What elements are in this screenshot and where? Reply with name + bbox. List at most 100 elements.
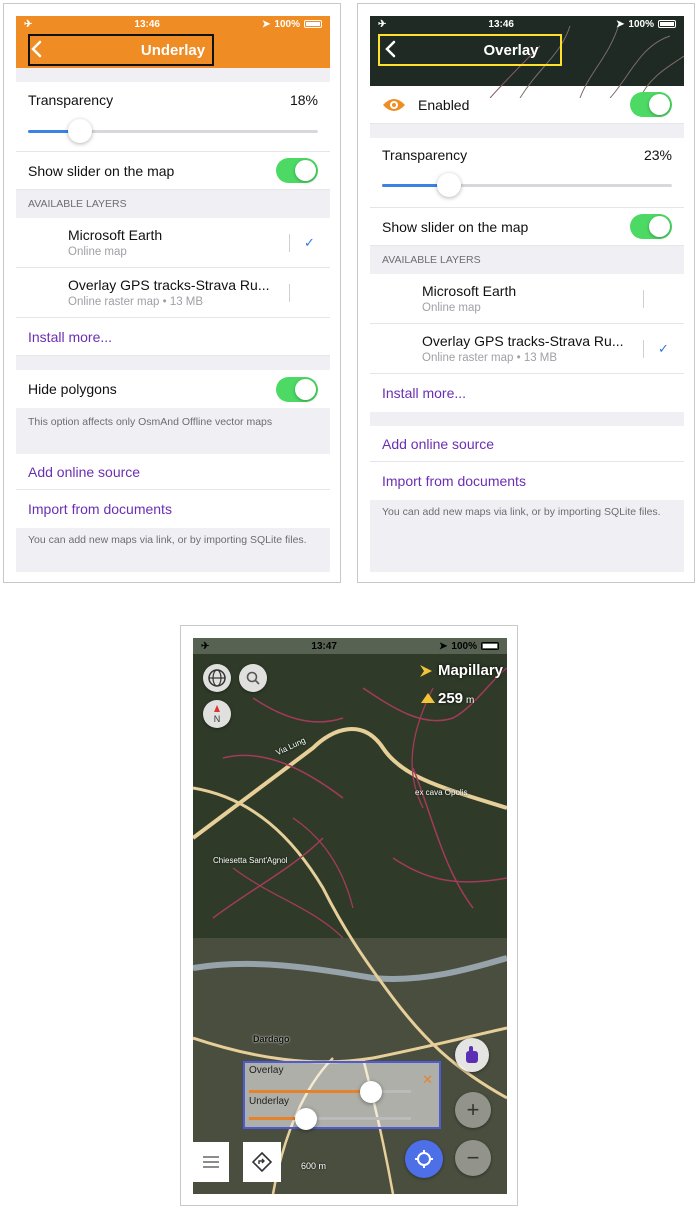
transparency-row: Transparency 23% [370, 138, 684, 172]
transparency-row: Transparency 18% [16, 82, 330, 118]
location-arrow-icon: ➤ [439, 640, 448, 652]
battery-percent: 100% [451, 640, 477, 652]
status-time: 13:46 [134, 18, 160, 30]
show-slider-row: Show slider on the map [370, 208, 684, 246]
transparency-slider[interactable] [382, 172, 672, 198]
close-icon[interactable]: ✕ [422, 1072, 433, 1088]
hide-polygons-label: Hide polygons [28, 381, 117, 397]
hand-pointer-button[interactable] [455, 1038, 489, 1072]
back-chevron-icon[interactable] [30, 40, 42, 58]
altitude-unit: m [466, 695, 475, 706]
footer-note: You can add new maps via link, or by imp… [16, 528, 330, 572]
enabled-toggle[interactable] [630, 92, 672, 117]
mapillary-label: Mapillary [437, 662, 503, 679]
show-slider-toggle[interactable] [630, 214, 672, 239]
checkmark-icon: ✓ [658, 340, 669, 356]
layer-title: Microsoft Earth [422, 283, 517, 299]
scale-label: 600 m [301, 1161, 327, 1171]
layer-subtitle: Online map [68, 246, 127, 258]
globe-button[interactable] [203, 664, 231, 692]
mountain-icon [421, 693, 435, 703]
nav-bar: Overlay [370, 32, 684, 68]
compass-icon: N [214, 705, 220, 724]
available-layers-header: AVAILABLE LAYERS [16, 190, 330, 218]
zoom-out-icon: − [466, 1145, 480, 1170]
map-transparency-panel: Overlay ✕ Underlay [243, 1061, 441, 1130]
airplane-icon: ✈ [24, 18, 33, 30]
underlay-screenshot-frame: ✈ 13:46 ➤100% Underlay Transparency 18% [3, 3, 341, 583]
install-more-link[interactable]: Install more... [370, 374, 684, 412]
zoom-out-button[interactable]: − [455, 1140, 491, 1176]
show-slider-toggle[interactable] [276, 158, 318, 183]
hide-polygons-note: This option affects only OsmAnd Offline … [16, 408, 330, 454]
divider [643, 339, 644, 358]
overlay-screen: ✈ 13:46 ➤ 100% Overlay Enabled Transpare… [370, 16, 684, 572]
status-time: 13:46 [488, 18, 514, 30]
hide-polygons-row: Hide polygons [16, 370, 330, 408]
add-online-source-link[interactable]: Add online source [16, 454, 330, 490]
hide-polygons-toggle[interactable] [276, 376, 318, 402]
battery-icon [304, 20, 322, 28]
slider-fill [249, 1090, 371, 1093]
location-arrow-icon: ➤ [262, 18, 271, 30]
place-label: Dardago [253, 1034, 290, 1044]
install-more-link[interactable]: Install more... [16, 318, 330, 356]
location-arrow-icon: ➤ [616, 18, 625, 30]
slider-thumb[interactable] [437, 173, 461, 197]
overlay-label: Overlay [249, 1065, 284, 1076]
layer-title: Microsoft Earth [68, 227, 163, 243]
airplane-icon: ✈ [378, 18, 387, 30]
menu-button[interactable] [193, 1142, 229, 1182]
route-button[interactable] [243, 1142, 281, 1182]
menu-icon [203, 1156, 219, 1168]
compass-button[interactable]: N [203, 700, 231, 728]
transparency-section: Transparency 18% Show slider on the map [16, 82, 330, 190]
altitude-widget[interactable]: 259 m [421, 690, 474, 707]
underlay-slider[interactable] [249, 1108, 411, 1130]
globe-icon [208, 669, 226, 687]
footer-note: You can add new maps via link, or by imp… [370, 500, 684, 546]
highlight-box [28, 34, 214, 66]
underlay-label: Underlay [249, 1096, 290, 1107]
slider-thumb[interactable] [295, 1108, 317, 1130]
battery-icon [481, 642, 499, 650]
layer-subtitle: Online map [422, 302, 481, 314]
zoom-in-icon: + [466, 1097, 480, 1122]
layer-row[interactable]: Overlay GPS tracks-Strava Ru... Online ra… [16, 268, 330, 318]
back-chevron-icon[interactable] [384, 40, 396, 58]
layer-row[interactable]: Microsoft Earth Online map [370, 274, 684, 324]
import-from-documents-link[interactable]: Import from documents [370, 462, 684, 500]
status-bar: ✈ 13:46 ➤ 100% [16, 16, 330, 32]
layer-title: Overlay GPS tracks-Strava Ru... [422, 333, 624, 349]
add-online-source-link[interactable]: Add online source [370, 426, 684, 462]
mapillary-icon [419, 664, 432, 677]
spacer [16, 68, 330, 82]
transparency-label: Transparency [382, 147, 468, 163]
my-location-button[interactable] [405, 1140, 443, 1178]
nav-bar: Underlay [16, 32, 330, 68]
slider-thumb[interactable] [68, 119, 92, 143]
spacer [370, 124, 684, 138]
underlay-screen: ✈ 13:46 ➤100% Underlay Transparency 18% [16, 16, 330, 572]
battery-icon [658, 20, 676, 28]
airplane-icon: ✈ [201, 640, 210, 652]
mapillary-widget[interactable]: Mapillary [418, 662, 503, 679]
transparency-slider[interactable] [28, 118, 318, 144]
import-from-documents-link[interactable]: Import from documents [16, 490, 330, 528]
divider [289, 283, 290, 302]
layer-row[interactable]: Overlay GPS tracks-Strava Ru... Online ra… [370, 324, 684, 374]
layer-subtitle: Online raster map • 13 MB [68, 296, 204, 308]
slider-thumb[interactable] [360, 1081, 382, 1103]
show-slider-label: Show slider on the map [382, 218, 529, 235]
search-button[interactable] [239, 664, 267, 692]
divider [643, 289, 644, 308]
battery-percent: 100% [274, 18, 300, 30]
layer-subtitle: Online raster map • 13 MB [422, 352, 558, 364]
layer-title: Overlay GPS tracks-Strava Ru... [68, 277, 270, 293]
zoom-in-button[interactable]: + [455, 1092, 491, 1128]
enabled-label: Enabled [418, 96, 470, 113]
layer-row[interactable]: Microsoft Earth Online map ✓ [16, 218, 330, 268]
map-screen: ✈ 13:47 ➤ 100% N Mapillary 259 m ex cava … [193, 638, 507, 1194]
status-bar: ✈ 13:47 ➤ 100% [193, 638, 507, 654]
page-title: Overlay [483, 41, 539, 59]
